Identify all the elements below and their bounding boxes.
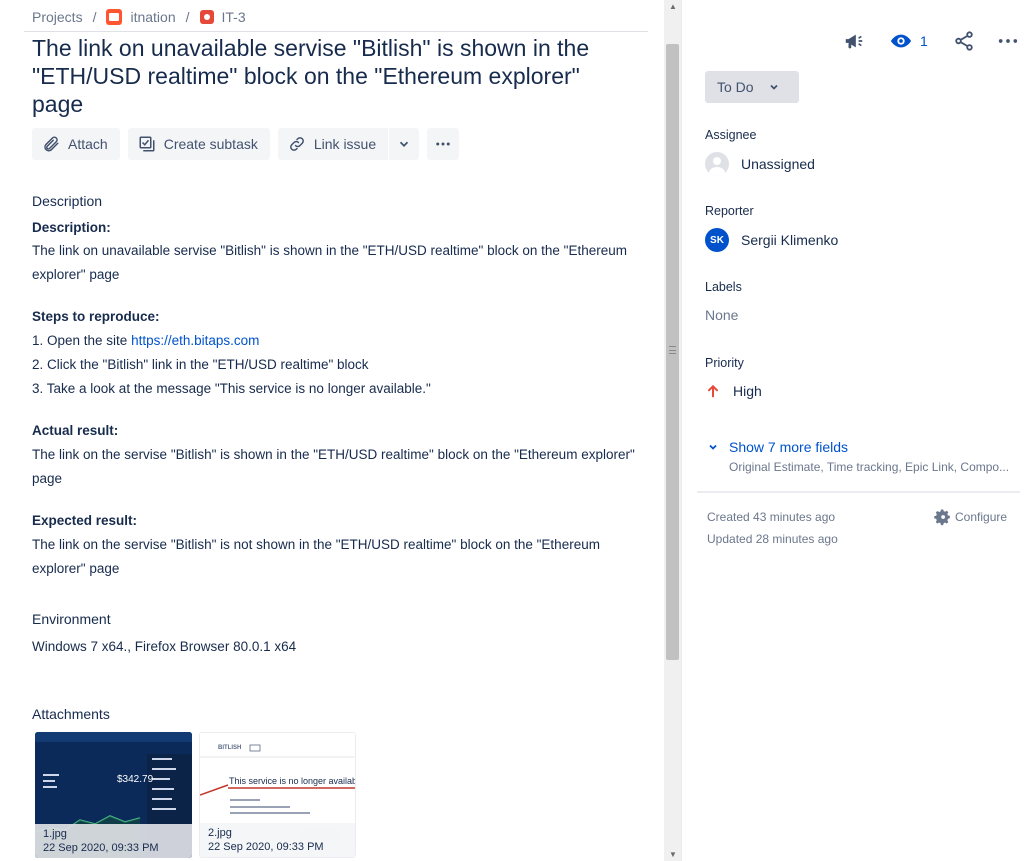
attachment-preview-brand: BITLISH — [218, 745, 242, 751]
description-heading: Description: — [32, 220, 111, 235]
labels-label: Labels — [705, 280, 742, 294]
create-subtask-button[interactable]: Create subtask — [127, 128, 270, 160]
issue-actions: 1 — [840, 30, 1019, 52]
breadcrumb-project-label: itnation — [130, 9, 176, 25]
breadcrumb-issue[interactable]: IT-3 — [199, 9, 246, 25]
priority-value: High — [733, 383, 762, 399]
description-section-label: Description — [32, 193, 103, 209]
expected-result-heading: Expected result: — [32, 513, 138, 528]
assignee-field[interactable]: Unassigned — [705, 152, 815, 176]
panel-divider — [681, 0, 682, 861]
reporter-label: Reporter — [705, 204, 754, 218]
chevron-down-icon — [709, 444, 717, 450]
attachment-caption: 2.jpg 22 Sep 2020, 09:33 PM — [200, 823, 355, 857]
link-issue-label: Link issue — [313, 136, 377, 152]
feedback-button[interactable] — [842, 30, 866, 52]
avatar: SK — [705, 228, 729, 252]
watchers-count: 1 — [920, 33, 928, 49]
status-dropdown[interactable]: To Do — [705, 71, 799, 103]
attachment-thumbnail[interactable]: $342.79 1.jpg 22 Sep 2020, 09:33 PM — [35, 732, 192, 858]
more-options-button[interactable] — [997, 30, 1019, 52]
breadcrumb-project[interactable]: itnation — [106, 9, 176, 25]
watch-button[interactable]: 1 — [890, 30, 928, 52]
breadcrumb: Projects / itnation / IT-3 — [32, 9, 246, 25]
bitaps-link[interactable]: https://eth.bitaps.com — [131, 333, 259, 348]
project-icon — [106, 9, 123, 25]
issue-content: Description Description: The link on una… — [32, 191, 642, 659]
issue-toolbar: Attach Create subtask Link issue — [32, 128, 460, 160]
chevron-down-icon — [400, 141, 409, 147]
megaphone-icon — [845, 34, 863, 49]
step-2: 2. Click the "Bitlish" link in the "ETH/… — [32, 357, 369, 372]
status-label: To Do — [717, 79, 754, 95]
attachment-name: 1.jpg — [43, 828, 67, 840]
scroll-up-arrow[interactable]: ▲ — [669, 2, 677, 11]
breadcrumb-separator: / — [92, 9, 97, 25]
link-icon — [289, 137, 304, 151]
eye-icon — [890, 34, 912, 48]
show-more-fields-button[interactable]: Show 7 more fields — [707, 439, 848, 455]
assignee-value: Unassigned — [741, 156, 815, 172]
priority-label: Priority — [705, 356, 744, 370]
chevron-down-icon — [769, 84, 778, 90]
actual-result-heading: Actual result: — [32, 423, 119, 438]
actual-result-text: The link on the servise "Bitlish" is sho… — [32, 447, 635, 486]
attachment-preview-message: This service is no longer available. — [229, 776, 356, 786]
link-issue-dropdown[interactable] — [389, 128, 420, 160]
scrollbar-grip — [669, 346, 676, 354]
labels-value: None — [705, 307, 739, 323]
breadcrumb-projects[interactable]: Projects — [32, 9, 83, 25]
subtask-icon — [139, 136, 155, 152]
scroll-down-arrow[interactable]: ▼ — [669, 850, 677, 859]
more-fields-list: Original Estimate, Time tracking, Epic L… — [729, 460, 1010, 474]
configure-button[interactable]: Configure — [933, 508, 1007, 526]
header-divider — [24, 31, 648, 32]
avatar — [705, 152, 729, 176]
updated-timestamp: Updated 28 minutes ago — [707, 532, 838, 546]
reporter-value: Sergii Klimenko — [741, 232, 839, 248]
attachment-date: 22 Sep 2020, 09:33 PM — [43, 842, 159, 854]
step-1-text: 1. Open the site — [32, 333, 132, 348]
attachments-label: Attachments — [32, 706, 110, 722]
show-more-label: Show 7 more fields — [729, 439, 849, 455]
expected-result-text: The link on the servise "Bitlish" is not… — [32, 537, 600, 576]
assignee-label: Assignee — [705, 128, 757, 142]
more-icon — [436, 142, 450, 146]
link-issue-button[interactable]: Link issue — [277, 128, 389, 160]
step-3: 3. Take a look at the message "This serv… — [32, 381, 431, 396]
more-actions-button[interactable] — [427, 128, 460, 160]
gear-icon — [934, 509, 950, 526]
attach-label: Attach — [68, 136, 108, 152]
attach-button[interactable]: Attach — [32, 128, 120, 160]
step-1: 1. Open the site https://eth.bitaps.com — [32, 329, 642, 353]
sidebar-divider — [697, 491, 1020, 493]
paperclip-icon — [44, 136, 59, 152]
arrow-up-icon — [708, 384, 718, 398]
link-issue-group: Link issue — [277, 128, 420, 160]
description-body[interactable]: Description: The link on unavailable ser… — [32, 217, 642, 581]
share-icon — [955, 31, 973, 51]
attachment-name: 2.jpg — [208, 827, 232, 839]
steps-heading: Steps to reproduce: — [32, 309, 160, 324]
attachment-caption: 1.jpg 22 Sep 2020, 09:33 PM — [35, 824, 192, 858]
reporter-field[interactable]: SK Sergii Klimenko — [705, 228, 838, 252]
share-button[interactable] — [953, 30, 975, 52]
created-timestamp: Created 43 minutes ago — [707, 510, 836, 524]
labels-field[interactable]: None — [705, 307, 738, 323]
environment-value[interactable]: Windows 7 x64., Firefox Browser 80.0.1 x… — [32, 635, 642, 659]
priority-field[interactable]: High — [705, 383, 762, 399]
configure-label: Configure — [955, 510, 1008, 524]
create-subtask-label: Create subtask — [163, 136, 258, 152]
description-text: The link on unavailable servise "Bitlish… — [32, 243, 627, 282]
more-icon — [998, 39, 1017, 43]
attachment-thumbnail[interactable]: BITLISH This service is no longer availa… — [199, 732, 356, 858]
breadcrumb-separator: / — [185, 9, 190, 25]
attachment-date: 22 Sep 2020, 09:33 PM — [208, 841, 324, 853]
bug-icon — [199, 10, 214, 24]
environment-label: Environment — [32, 611, 111, 627]
breadcrumb-issue-key: IT-3 — [221, 9, 246, 25]
attachment-preview-price: $342.79 — [117, 774, 154, 785]
issue-title[interactable]: The link on unavailable servise "Bitlish… — [32, 34, 632, 118]
